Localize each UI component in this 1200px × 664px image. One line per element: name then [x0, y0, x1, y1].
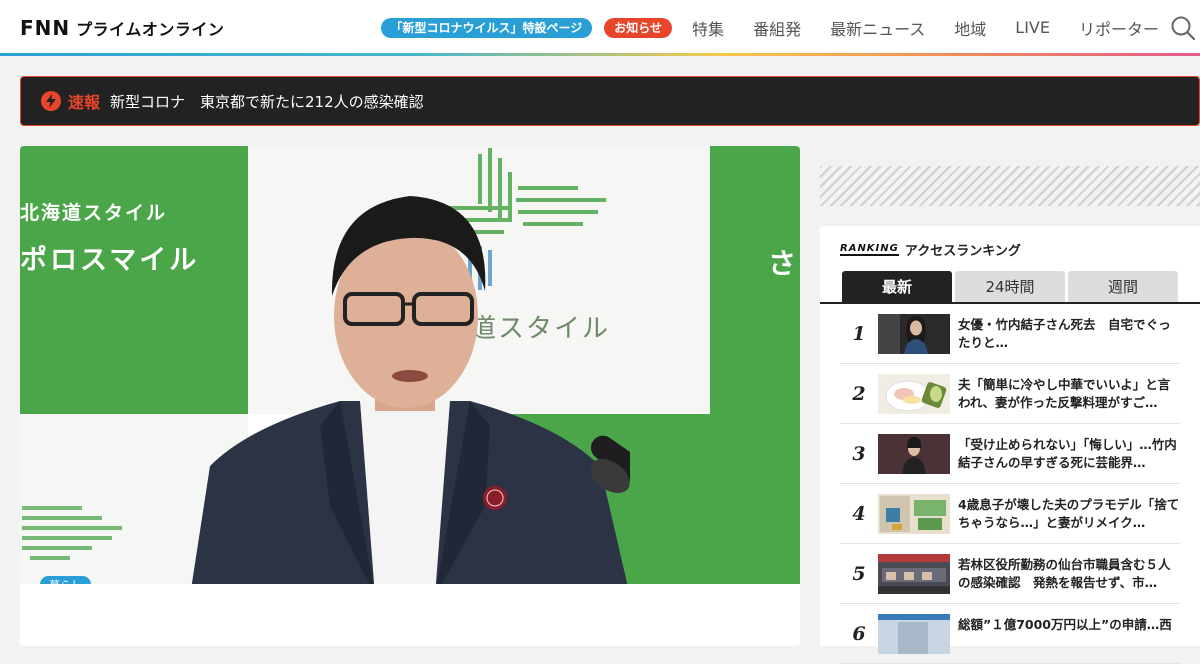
- covid-special-button[interactable]: 「新型コロナウイルス」特設ページ: [380, 17, 593, 38]
- list-item[interactable]: 2 夫「簡単に冷やし中華でいいよ」と言われ、妻が作った反撃料理がすご…: [840, 364, 1180, 424]
- site-logo[interactable]: FNN プライムオンライン: [20, 16, 225, 40]
- access-ranking-widget: RANKING アクセスランキング 最新 24時間 週間 1 女優・竹内結子さん…: [820, 226, 1200, 664]
- ranking-headline[interactable]: 若林区役所勤務の仙台市職員含む５人の感染確認 発熱を報告せず、市…: [958, 556, 1180, 592]
- featured-article-image[interactable]: 北海道スタイル ポロスマイル 道スタイル さ: [20, 146, 800, 584]
- article-thumbnail[interactable]: [878, 553, 950, 594]
- breaking-label: 速報: [68, 93, 101, 112]
- rank-number: 1: [852, 322, 866, 345]
- ranking-header: RANKING アクセスランキング: [840, 240, 1021, 259]
- ranking-title: アクセスランキング: [904, 244, 1021, 259]
- category-badge[interactable]: 暮らし: [40, 576, 91, 584]
- ranking-headline[interactable]: 総額”１億7000万円以上”の申請…西: [958, 616, 1180, 652]
- nav-item-live[interactable]: LIVE: [1015, 18, 1050, 37]
- search-icon[interactable]: [1170, 15, 1196, 41]
- nav-item-features[interactable]: 特集: [692, 16, 724, 40]
- site-header: FNN プライムオンライン 「新型コロナウイルス」特設ページ お知らせ 特集 番…: [0, 0, 1200, 55]
- tab-24-hours[interactable]: 24時間: [955, 271, 1065, 302]
- article-thumbnail[interactable]: [878, 433, 950, 474]
- article-thumbnail[interactable]: [878, 373, 950, 414]
- list-item[interactable]: 3 「受け止められない」「悔しい」…竹内結子さんの早すぎる死に芸能界…: [840, 424, 1180, 484]
- backdrop-text-sa: さ: [768, 247, 797, 280]
- tab-weekly[interactable]: 週間: [1068, 271, 1178, 302]
- nav-item-reporter[interactable]: リポーター: [1079, 16, 1159, 40]
- nav-item-latest-news[interactable]: 最新ニュース: [830, 16, 925, 40]
- breaking-headline[interactable]: 新型コロナ 東京都で新たに212人の感染確認: [110, 91, 424, 112]
- main-nav: 「新型コロナウイルス」特設ページ お知らせ 特集 番組発 最新ニュース 地域 L…: [380, 0, 1200, 55]
- ad-placeholder: [820, 166, 1200, 206]
- header-accent-line: [0, 53, 1200, 56]
- lightning-bolt-icon: [41, 91, 61, 111]
- ranking-headline[interactable]: 「受け止められない」「悔しい」…竹内結子さんの早すぎる死に芸能界…: [958, 436, 1180, 472]
- rank-number: 6: [852, 622, 866, 645]
- list-item[interactable]: 6 総額”１億7000万円以上”の申請…西: [840, 604, 1180, 664]
- ranking-headline[interactable]: 4歳息子が壊した夫のプラモデル「捨てちゃうなら…」と妻がリメイク…: [958, 496, 1180, 532]
- rank-number: 4: [852, 502, 866, 525]
- list-item[interactable]: 5 若林区役所勤務の仙台市職員含む５人の感染確認 発熱を報告せず、市…: [840, 544, 1180, 604]
- list-item[interactable]: 4 4歳息子が壊した夫のプラモデル「捨てちゃうなら…」と妻がリメイク…: [840, 484, 1180, 544]
- featured-article-card[interactable]: 北海道スタイル ポロスマイル 道スタイル さ: [20, 146, 800, 646]
- nav-item-programs[interactable]: 番組発: [753, 16, 801, 40]
- backdrop-text-hokkaido: 北海道スタイル: [20, 202, 168, 224]
- nav-item-region[interactable]: 地域: [954, 16, 986, 40]
- rank-number: 3: [852, 442, 866, 465]
- ranking-headline[interactable]: 女優・竹内結子さん死去 自宅でぐったりと…: [958, 316, 1180, 352]
- ranking-headline[interactable]: 夫「簡単に冷やし中華でいいよ」と言われ、妻が作った反撃料理がすご…: [958, 376, 1180, 412]
- logo-subtitle: プライムオンライン: [76, 20, 225, 39]
- notice-button[interactable]: お知らせ: [604, 17, 673, 38]
- article-thumbnail[interactable]: [878, 493, 950, 534]
- ranking-list: 1 女優・竹内結子さん死去 自宅でぐったりと… 2 夫「簡単に冷やし中華でいいよ…: [840, 304, 1180, 664]
- article-thumbnail[interactable]: [878, 313, 950, 354]
- ranking-tabs: 最新 24時間 週間: [842, 271, 1181, 302]
- list-item[interactable]: 1 女優・竹内結子さん死去 自宅でぐったりと…: [840, 304, 1180, 364]
- rank-number: 5: [852, 562, 866, 585]
- rank-number: 2: [852, 382, 866, 405]
- breaking-news-bar[interactable]: 速報 新型コロナ 東京都で新たに212人の感染確認: [20, 76, 1200, 126]
- article-thumbnail[interactable]: [878, 613, 950, 654]
- logo-fnn: FNN: [20, 16, 71, 40]
- tab-latest[interactable]: 最新: [842, 271, 952, 302]
- speaker-figure: [191, 196, 630, 584]
- ranking-logo: RANKING: [840, 243, 899, 256]
